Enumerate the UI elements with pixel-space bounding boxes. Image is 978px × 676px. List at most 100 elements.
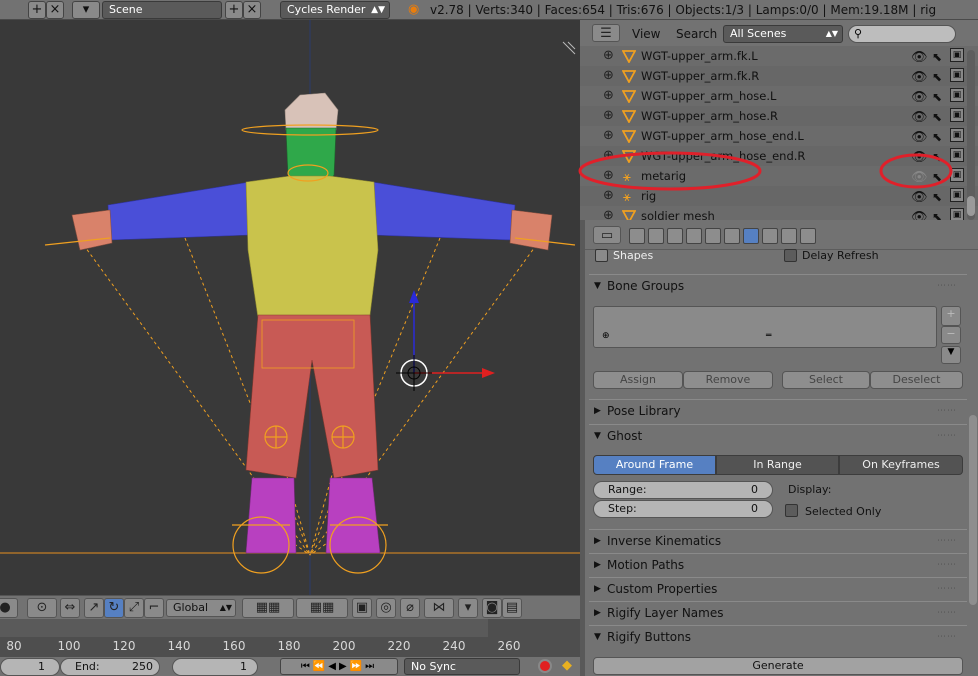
scene-selector-icon[interactable]: ▾	[72, 1, 100, 19]
selectable-cursor-icon[interactable]: ⬉	[932, 127, 942, 147]
armature-data-tab-icon[interactable]	[743, 228, 759, 244]
outliner-row[interactable]: ⊕ WGT-upper_arm_hose.R 👁 ⬉ ▣	[580, 106, 978, 126]
selectable-cursor-icon[interactable]: ⬉	[932, 47, 942, 67]
layers-grid-1[interactable]: ▦▦	[242, 598, 294, 618]
outliner-search-input[interactable]: ⚲	[848, 25, 956, 43]
ghost-step-field[interactable]: Step: 0	[593, 500, 773, 518]
visibility-eye-icon[interactable]: 👁	[911, 48, 928, 68]
generate-button[interactable]: Generate	[593, 657, 963, 675]
constraints-tab-icon[interactable]	[724, 228, 740, 244]
panel-header[interactable]: ▶ Custom Properties ⋯⋯	[589, 577, 967, 599]
add-screen-icon[interactable]: +	[28, 1, 46, 19]
drag-grip-icon[interactable]: ⋯⋯	[937, 602, 957, 624]
outliner-row[interactable]: ⊕ WGT-upper_arm_hose.L 👁 ⬉ ▣	[580, 86, 978, 106]
menu-search[interactable]: Search	[676, 27, 717, 41]
sync-mode-dropdown[interactable]: No Sync	[404, 658, 520, 675]
transform-orientation-dropdown[interactable]: Global ▲▼	[166, 599, 236, 617]
physics-tab-icon[interactable]	[800, 228, 816, 244]
bone-groups-list[interactable]: ⊕ ═	[593, 306, 937, 348]
shapes-checkbox[interactable]	[595, 249, 608, 262]
render-engine-dropdown[interactable]: Cycles Render ▲▼	[280, 1, 390, 19]
add-scene-icon[interactable]: +	[225, 1, 243, 19]
ghost-on-keyframes-button[interactable]: On Keyframes	[839, 455, 963, 475]
scene-name-field[interactable]: Scene	[102, 1, 222, 19]
start-frame-field[interactable]: 1	[0, 658, 60, 676]
outliner-row[interactable]: ⊕ WGT-upper_arm.fk.L 👁 ⬉ ▣	[580, 46, 978, 66]
current-frame-field[interactable]: 1	[172, 658, 258, 676]
editor-type-icon[interactable]: ▭	[593, 226, 621, 244]
drag-grip-icon[interactable]: ⋯⋯	[937, 530, 957, 552]
keyframe-icon[interactable]: ◆	[562, 658, 572, 673]
render-camera-icon[interactable]: ▣	[950, 128, 964, 142]
select-button[interactable]: Select	[782, 371, 870, 389]
menu-view[interactable]: View	[632, 27, 660, 41]
viewport-shading-icon[interactable]: ●	[0, 598, 18, 618]
close-screen-icon[interactable]: ×	[46, 1, 64, 19]
selectable-cursor-icon[interactable]: ⬉	[932, 87, 942, 107]
deselect-button[interactable]: Deselect	[870, 371, 963, 389]
expand-icon[interactable]: ⊕	[603, 86, 614, 106]
render-camera-icon[interactable]: ▣	[950, 108, 964, 122]
selected-only-checkbox[interactable]	[785, 504, 798, 517]
assign-button[interactable]: Assign	[593, 371, 683, 389]
render-layers-tab-icon[interactable]	[648, 228, 664, 244]
proportional-edit-icon[interactable]: ◎	[376, 598, 396, 618]
list-grip-icon[interactable]: ═	[766, 331, 771, 341]
object-tab-icon[interactable]	[705, 228, 721, 244]
remove-button[interactable]: Remove	[683, 371, 773, 389]
drag-grip-icon[interactable]: ⋯⋯	[937, 554, 957, 576]
scene-tab-icon[interactable]	[667, 228, 683, 244]
render-camera-icon[interactable]: ▣	[950, 68, 964, 82]
expand-icon[interactable]: ⊕	[603, 106, 614, 126]
layers-grid-2[interactable]: ▦▦	[296, 598, 348, 618]
editor-type-icon[interactable]: ☰	[592, 24, 620, 42]
selectable-cursor-icon[interactable]: ⬉	[932, 107, 942, 127]
outliner-row[interactable]: ⊕ WGT-upper_arm_hose_end.L 👁 ⬉ ▣	[580, 126, 978, 146]
end-frame-field[interactable]: End: 250	[60, 658, 160, 676]
pivot-point-icon[interactable]: ⊙	[27, 598, 57, 618]
expand-icon[interactable]: ⊕	[603, 46, 614, 66]
panel-header[interactable]: ▶ Rigify Layer Names ⋯⋯	[589, 601, 967, 623]
render-camera-icon[interactable]: ▣	[950, 48, 964, 62]
panel-header[interactable]: ▼ Rigify Buttons ⋯⋯	[589, 625, 967, 647]
texture-tab-icon[interactable]	[781, 228, 797, 244]
3d-viewport[interactable]	[0, 20, 580, 595]
snap-icon[interactable]: ⌀	[400, 598, 420, 618]
add-bone-group-button[interactable]: +	[941, 306, 961, 326]
manipulator-icon[interactable]: ⌐	[144, 598, 164, 618]
drag-grip-icon[interactable]: ⋯⋯	[937, 626, 957, 648]
snap-element-icon[interactable]: ⋈	[424, 598, 454, 618]
expand-icon[interactable]: ⊕	[603, 126, 614, 146]
panel-header[interactable]: ▶ Motion Paths ⋯⋯	[589, 553, 967, 575]
drag-grip-icon[interactable]: ⋯⋯	[937, 578, 957, 600]
expand-icon[interactable]: ⊕	[603, 66, 614, 86]
outliner-scrollbar-thumb[interactable]	[967, 196, 975, 216]
snap-target-icon[interactable]: ▾	[458, 598, 478, 618]
world-tab-icon[interactable]	[686, 228, 702, 244]
lock-camera-icon[interactable]: ▣	[352, 598, 372, 618]
ghost-around-frame-button[interactable]: Around Frame	[593, 455, 716, 475]
timeline-area[interactable]: 80 100 120 140 160 180 200 220 240 260	[0, 619, 580, 657]
bone-group-menu-button[interactable]: ▼	[941, 346, 961, 364]
translate-manipulator-icon[interactable]: ↗	[84, 598, 104, 618]
properties-scrollbar[interactable]	[969, 415, 977, 605]
scale-manipulator-icon[interactable]: ⤢	[124, 598, 144, 618]
delete-scene-icon[interactable]: ×	[243, 1, 261, 19]
bone-tab-icon[interactable]	[762, 228, 778, 244]
record-icon[interactable]	[538, 659, 552, 673]
panel-ghost[interactable]: ▼ Ghost ⋯⋯	[589, 424, 967, 446]
rotate-manipulator-icon[interactable]: ↻	[104, 598, 124, 618]
visibility-eye-icon[interactable]: 👁	[911, 108, 928, 128]
ghost-in-range-button[interactable]: In Range	[716, 455, 839, 475]
drag-grip-icon[interactable]: ⋯⋯	[937, 400, 957, 422]
remove-bone-group-button[interactable]: −	[941, 326, 961, 344]
drag-grip-icon[interactable]: ⋯⋯	[937, 425, 957, 447]
delay-refresh-checkbox[interactable]	[784, 249, 797, 262]
render-animation-icon[interactable]: ▤	[502, 598, 522, 618]
selectable-cursor-icon[interactable]: ⬉	[932, 67, 942, 87]
panel-bone-groups[interactable]: ▼ Bone Groups ⋯⋯	[589, 274, 967, 296]
render-camera-icon[interactable]: ▣	[950, 88, 964, 102]
playback-controls[interactable]: ⏮⏪◀▶⏩⏭	[280, 658, 398, 675]
panel-pose-library[interactable]: ▶ Pose Library ⋯⋯	[589, 399, 967, 421]
ghost-range-field[interactable]: Range: 0	[593, 481, 773, 499]
